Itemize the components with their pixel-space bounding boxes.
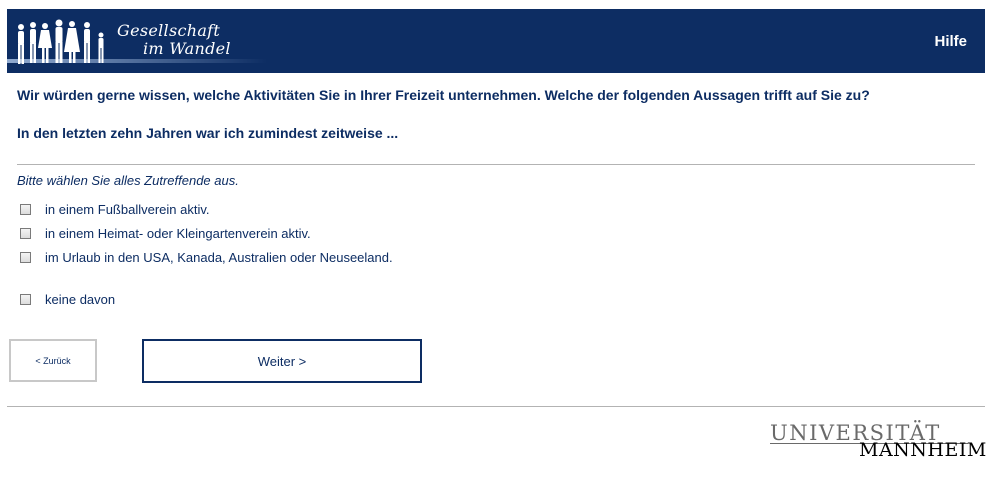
option-heritage-garden-club[interactable]: in einem Heimat- oder Kleingartenverein … bbox=[20, 224, 311, 242]
divider bbox=[17, 164, 975, 165]
university-logo: UNIVERSITÄT MANNHEIM bbox=[770, 421, 986, 461]
option-football-club[interactable]: in einem Fußballverein aktiv. bbox=[20, 200, 210, 218]
checkbox[interactable] bbox=[20, 251, 31, 263]
header-bar: Gesellschaft im Wandel Hilfe bbox=[7, 9, 985, 73]
question-subtext: In den letzten zehn Jahren war ich zumin… bbox=[17, 125, 399, 141]
question-text: Wir würden gerne wissen, welche Aktivitä… bbox=[17, 87, 870, 103]
option-label: in einem Heimat- oder Kleingartenverein … bbox=[45, 225, 311, 241]
university-logo-line2: MANNHEIM bbox=[859, 439, 987, 461]
instruction-text: Bitte wählen Sie alles Zutreffende aus. bbox=[17, 173, 239, 188]
option-none[interactable]: keine davon bbox=[20, 290, 115, 308]
checkbox[interactable] bbox=[20, 227, 31, 239]
survey-logo: Gesellschaft im Wandel bbox=[7, 9, 267, 73]
option-label: in einem Fußballverein aktiv. bbox=[45, 201, 210, 217]
back-button[interactable]: < Zurück bbox=[9, 339, 97, 382]
option-vacation-abroad[interactable]: im Urlaub in den USA, Kanada, Australien… bbox=[20, 248, 393, 266]
checkbox[interactable] bbox=[20, 293, 31, 305]
help-link[interactable]: Hilfe bbox=[934, 33, 967, 50]
option-label: keine davon bbox=[45, 291, 116, 307]
checkbox[interactable] bbox=[20, 203, 31, 215]
option-label: im Urlaub in den USA, Kanada, Australien… bbox=[45, 249, 393, 265]
footer-divider bbox=[7, 406, 985, 407]
next-button[interactable]: Weiter > bbox=[142, 339, 422, 383]
logo-text-line1: Gesellschaft bbox=[117, 21, 221, 40]
logo-text-line2: im Wandel bbox=[143, 39, 231, 58]
